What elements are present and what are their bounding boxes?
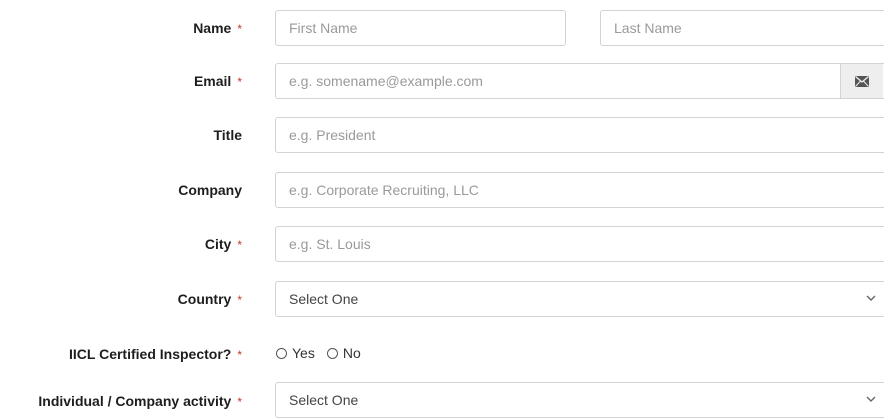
iicl-label-text: IICL Certified Inspector? — [69, 346, 232, 362]
city-input[interactable] — [276, 227, 884, 261]
last-name-input[interactable] — [601, 11, 884, 45]
required-mark: * — [237, 395, 242, 409]
activity-select[interactable]: Select One — [275, 382, 884, 418]
city-label: City * — [205, 235, 242, 254]
country-label-text: Country — [177, 291, 232, 307]
country-selected-value: Select One — [289, 291, 359, 307]
country-select[interactable]: Select One — [275, 281, 884, 317]
required-mark: * — [237, 238, 242, 252]
iicl-option-yes[interactable]: Yes — [276, 345, 315, 361]
iicl-option-yes-label: Yes — [292, 345, 315, 361]
city-field[interactable] — [275, 226, 884, 262]
last-name-field[interactable] — [600, 10, 884, 46]
email-label-text: Email — [193, 73, 232, 89]
title-input[interactable] — [276, 118, 884, 152]
email-addon — [840, 64, 883, 98]
title-label: Title — [213, 126, 242, 144]
radio-button[interactable] — [326, 347, 338, 359]
company-label-text: Company — [178, 182, 242, 198]
envelope-icon — [855, 75, 869, 87]
iicl-option-no-label: No — [342, 345, 361, 361]
email-input[interactable] — [276, 64, 884, 98]
city-label-text: City — [204, 236, 232, 252]
company-field[interactable] — [275, 172, 884, 208]
iicl-label: IICL Certified Inspector? * — [69, 345, 242, 364]
email-field[interactable] — [275, 63, 884, 99]
activity-label: Individual / Company activity * — [38, 392, 242, 411]
company-input[interactable] — [276, 173, 884, 207]
required-mark: * — [237, 22, 242, 36]
name-label-text: Name — [193, 20, 232, 36]
country-label: Country * — [178, 290, 242, 309]
email-label: Email * — [194, 72, 242, 91]
required-mark: * — [237, 293, 242, 307]
iicl-radio-group: Yes No — [276, 345, 373, 361]
iicl-option-no[interactable]: No — [326, 345, 361, 361]
required-mark: * — [237, 348, 242, 362]
company-label: Company — [178, 181, 242, 199]
chevron-down-icon — [866, 396, 876, 402]
activity-label-text: Individual / Company activity — [38, 393, 232, 409]
required-mark: * — [237, 75, 242, 89]
chevron-down-icon — [866, 295, 876, 301]
activity-selected-value: Select One — [289, 392, 359, 408]
radio-button[interactable] — [276, 347, 287, 359]
first-name-input[interactable] — [276, 11, 565, 45]
title-field[interactable] — [275, 117, 884, 153]
title-label-text: Title — [213, 127, 242, 143]
name-label: Name * — [193, 19, 242, 38]
first-name-field[interactable] — [275, 10, 566, 46]
